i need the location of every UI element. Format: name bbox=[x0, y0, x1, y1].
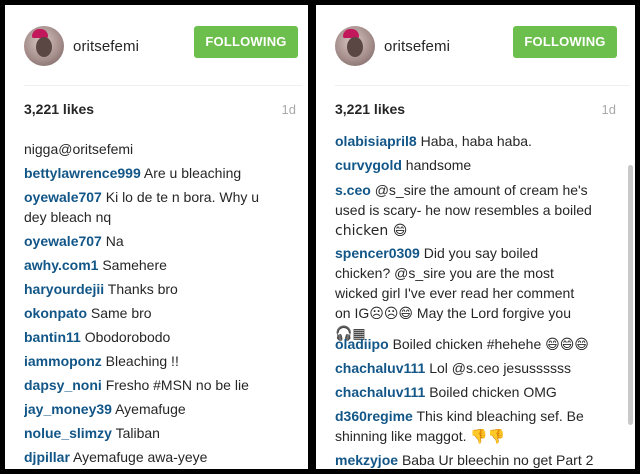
comment: oladiipo Boiled chicken #hehehe 😄😄😄 bbox=[335, 334, 621, 354]
comment-text: on IG☹☹😄 May the Lord forgive you bbox=[335, 305, 571, 321]
comment: chachaluv111 Boiled chicken OMG bbox=[335, 382, 621, 402]
comment-text: shinning like maggot. 👎👎 bbox=[335, 428, 506, 444]
comment-text: chicken 😄 bbox=[335, 223, 408, 239]
comment-text: Na bbox=[105, 233, 124, 249]
comment-text: Did you say boiled bbox=[423, 245, 539, 261]
comment-text: Boiled chicken OMG bbox=[429, 384, 557, 400]
comment-username[interactable]: okonpato bbox=[24, 305, 87, 321]
comment-text: Ayemafuge awa-yeye bbox=[73, 449, 208, 465]
comments-scrollbar[interactable] bbox=[628, 125, 633, 463]
comment-text: Ki lo de te n bora. Why u bbox=[105, 189, 260, 205]
comment: oyewale707 Ki lo de te n bora. Why u dey… bbox=[24, 187, 296, 227]
comment-username[interactable]: djpillar bbox=[24, 449, 70, 465]
comment-username[interactable]: jay_money39 bbox=[24, 401, 112, 417]
divider bbox=[335, 85, 629, 86]
comment: oyewale707 Na bbox=[24, 231, 296, 251]
comment-username[interactable]: spencer0309 bbox=[335, 245, 420, 261]
comment-username[interactable]: d360regime bbox=[335, 408, 413, 424]
comment-text: Boiled chicken #hehehe 😄😄😄 bbox=[392, 336, 589, 352]
comment-text: Fresho #MSN no be lie bbox=[105, 377, 249, 393]
following-button[interactable]: FOLLOWING bbox=[513, 26, 617, 58]
comment-username[interactable]: nolue_slimzy bbox=[24, 425, 112, 441]
scrollbar-thumb[interactable] bbox=[628, 165, 633, 425]
comment-text: Ayemafuge bbox=[115, 401, 186, 417]
comment: bantin11 Obodorobodo bbox=[24, 327, 296, 347]
comment: mekzyjoe Baba Ur bleechin no get Part 2 bbox=[335, 450, 621, 469]
divider bbox=[24, 85, 302, 86]
comment-text: handsome bbox=[405, 157, 472, 173]
comment: nolue_slimzy Taliban bbox=[24, 423, 296, 443]
comment-username[interactable]: iammoponz bbox=[24, 353, 102, 369]
comment: okonpato Same bro bbox=[24, 303, 296, 323]
post-panel-left: oritsefemi FOLLOWING 3,221 likes 1d — — … bbox=[5, 5, 308, 469]
comment: bettylawrence999 Are u bleaching bbox=[24, 163, 296, 183]
comment-text: Thanks bro bbox=[107, 281, 178, 297]
comment-username[interactable]: oladiipo bbox=[335, 336, 389, 352]
comment-text: wicked girl I've ever read her comment bbox=[335, 285, 575, 301]
post-header: oritsefemi FOLLOWING bbox=[316, 5, 635, 85]
clipped-comment-line: — — — — — — bbox=[24, 125, 296, 135]
comment: awhy.com1 Samehere bbox=[24, 255, 296, 275]
comment-text: Haba, haba haba. bbox=[420, 133, 532, 149]
comment-text: Bleaching !! bbox=[105, 353, 179, 369]
comment: chachaluv111 Lol @s.ceo jesussssss bbox=[335, 358, 621, 378]
comments-list[interactable]: — — — — — — nigga@oritsefemi bettylawren… bbox=[24, 125, 296, 469]
comment-text: Are u bleaching bbox=[143, 165, 242, 181]
comment-username[interactable]: olabisiapril8 bbox=[335, 133, 417, 149]
comment-text: chicken? @s_sire you are the most bbox=[335, 265, 554, 281]
comment-username[interactable]: bettylawrence999 bbox=[24, 165, 141, 181]
comments-list[interactable]: olabisiapril8 Haba, haba haba. curvygold… bbox=[335, 125, 621, 469]
comment: djpillar Ayemafuge awa-yeye bbox=[24, 447, 296, 467]
comment: haryourdejii Thanks bro bbox=[24, 279, 296, 299]
likes-count[interactable]: 3,221 likes bbox=[24, 101, 94, 117]
comment: iammoponz Bleaching !! bbox=[24, 351, 296, 371]
comment-username[interactable]: haryourdejii bbox=[24, 281, 104, 297]
comment-text: This kind bleaching sef. Be bbox=[416, 408, 584, 424]
comment-text: Taliban bbox=[115, 425, 160, 441]
comment-text: Obodorobodo bbox=[84, 329, 171, 345]
timestamp: 1d bbox=[601, 102, 616, 117]
avatar[interactable] bbox=[335, 26, 375, 66]
comment-text: used is scary- he now resembles a boiled bbox=[335, 202, 592, 218]
following-button[interactable]: FOLLOWING bbox=[194, 26, 298, 58]
comment-text: Lol @s.ceo jesussssss bbox=[429, 360, 572, 376]
comment-text: @s_sire the amount of cream he's bbox=[374, 182, 588, 198]
comment-username[interactable]: chachaluv111 bbox=[335, 384, 425, 400]
comment-username[interactable]: dapsy_noni bbox=[24, 377, 102, 393]
comment-text: Baba Ur bleechin no get Part 2 bbox=[401, 452, 594, 468]
username[interactable]: oritsefemi bbox=[384, 38, 450, 55]
comment: d360regime This kind bleaching sef. Be s… bbox=[335, 406, 621, 446]
comment: jay_money39 Ayemafuge bbox=[24, 399, 296, 419]
comment-username[interactable]: awhy.com1 bbox=[24, 257, 98, 273]
timestamp: 1d bbox=[281, 102, 296, 117]
comment-username[interactable]: bantin11 bbox=[24, 329, 81, 345]
comment-username[interactable]: oyewale707 bbox=[24, 189, 102, 205]
comment: olabisiapril8 Haba, haba haba. bbox=[335, 131, 621, 151]
comment-username[interactable]: curvygold bbox=[335, 157, 402, 173]
comment: curvygold handsome bbox=[335, 155, 621, 175]
post-header: oritsefemi FOLLOWING bbox=[5, 5, 308, 85]
comment-username[interactable]: chachaluv111 bbox=[335, 360, 425, 376]
comment-text: Samehere bbox=[102, 257, 167, 273]
comment-text: Same bro bbox=[90, 305, 152, 321]
comment-continuation: nigga@oritsefemi bbox=[24, 139, 296, 159]
comment-text: nigga@oritsefemi bbox=[24, 141, 134, 157]
comment: spencer0309 Did you say boiled chicken? … bbox=[335, 243, 621, 343]
likes-count[interactable]: 3,221 likes bbox=[335, 101, 405, 117]
comment: dapsy_noni Fresho #MSN no be lie bbox=[24, 375, 296, 395]
post-panel-right: oritsefemi FOLLOWING 3,221 likes 1d olab… bbox=[316, 5, 635, 469]
comment: s.ceo @s_sire the amount of cream he's u… bbox=[335, 180, 621, 241]
comment-text: dey bleach nq bbox=[24, 209, 112, 225]
avatar[interactable] bbox=[24, 26, 64, 66]
comment-username[interactable]: oyewale707 bbox=[24, 233, 102, 249]
username[interactable]: oritsefemi bbox=[73, 38, 139, 55]
comment-username[interactable]: s.ceo bbox=[335, 182, 371, 198]
comment-username[interactable]: mekzyjoe bbox=[335, 452, 398, 468]
